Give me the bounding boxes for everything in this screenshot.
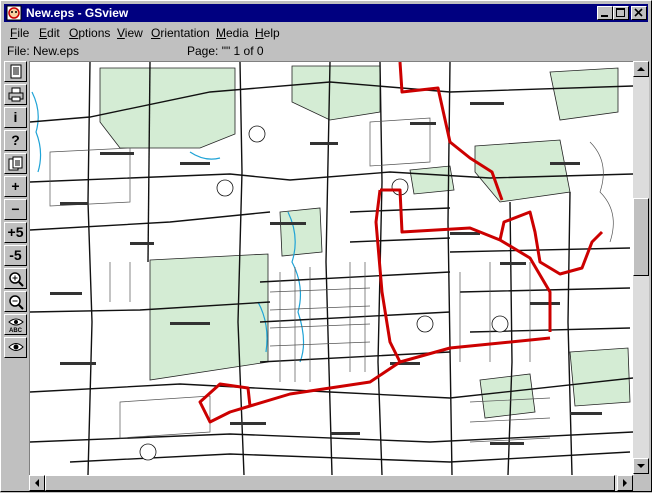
minimize-button[interactable]	[597, 6, 613, 20]
minus5-icon: -5	[9, 247, 22, 263]
horizontal-scrollbar[interactable]	[29, 475, 633, 491]
info-icon: i	[13, 109, 18, 125]
menu-options[interactable]: Options	[69, 26, 110, 40]
document-view[interactable]	[29, 61, 634, 476]
skip-back-button[interactable]: -5	[4, 245, 27, 266]
eye-abc-button[interactable]: ABC	[4, 314, 27, 335]
menu-bar: File Edit Options View Orientation Media…	[4, 24, 648, 43]
vertical-scroll-thumb[interactable]	[633, 198, 649, 276]
eye-abc-icon: ABC	[7, 318, 24, 334]
menu-file[interactable]: File	[10, 26, 29, 40]
print-button[interactable]	[4, 84, 27, 105]
scroll-left-button[interactable]	[29, 475, 45, 491]
street-map-image	[30, 62, 633, 475]
open-file-button[interactable]	[4, 61, 27, 82]
menu-help[interactable]: Help	[255, 26, 280, 40]
close-button[interactable]	[631, 6, 647, 20]
down-arrow-icon	[637, 464, 645, 468]
gsview-window: New.eps - GSview File Edit Options View …	[0, 0, 652, 492]
info-button[interactable]: i	[4, 107, 27, 128]
menu-edit[interactable]: Edit	[39, 26, 60, 40]
menu-view[interactable]: View	[117, 26, 143, 40]
zoom-out-button[interactable]	[4, 291, 27, 312]
document-icon	[10, 64, 21, 79]
right-arrow-icon	[623, 479, 627, 487]
help-button[interactable]: ?	[4, 130, 27, 151]
file-name-text: File: New.eps	[7, 44, 80, 58]
pages-icon	[8, 156, 22, 171]
title-bar[interactable]: New.eps - GSview	[4, 4, 648, 22]
goto-page-button[interactable]	[4, 153, 27, 174]
maximize-icon	[616, 8, 625, 17]
window-title: New.eps - GSview	[26, 6, 129, 20]
page-info-text: Page: "" 1 of 0	[187, 44, 264, 58]
scroll-right-button[interactable]	[617, 475, 633, 491]
printer-icon	[8, 87, 23, 102]
next-page-button[interactable]: +	[4, 176, 27, 197]
magnifier-minus-icon	[8, 295, 24, 310]
plus-icon: +	[11, 178, 20, 194]
status-line: File: New.eps Page: "" 1 of 0	[4, 43, 648, 59]
menu-orientation[interactable]: Orientation	[151, 26, 210, 40]
up-arrow-icon	[637, 67, 645, 71]
horizontal-scroll-thumb[interactable]	[45, 475, 615, 491]
maximize-button[interactable]	[613, 6, 629, 20]
menu-media[interactable]: Media	[216, 26, 249, 40]
prev-page-button[interactable]: −	[4, 199, 27, 220]
minimize-icon	[601, 15, 608, 17]
magnifier-plus-icon	[8, 272, 24, 287]
question-icon: ?	[11, 132, 20, 148]
scroll-down-button[interactable]	[633, 458, 649, 474]
zoom-in-button[interactable]	[4, 268, 27, 289]
scroll-corner	[633, 475, 649, 491]
eye-icon	[7, 343, 24, 351]
eye-button[interactable]	[4, 337, 27, 358]
side-toolbar: i ? + − +5 -5 ABC	[4, 61, 28, 361]
minus-icon: −	[11, 201, 20, 217]
vertical-scrollbar[interactable]	[633, 61, 649, 474]
scroll-up-button[interactable]	[633, 61, 649, 77]
skip-forward-button[interactable]: +5	[4, 222, 27, 243]
svg-text:ABC: ABC	[9, 328, 23, 333]
plus5-icon: +5	[7, 224, 24, 240]
left-arrow-icon	[35, 479, 39, 487]
gsview-app-icon[interactable]	[6, 5, 22, 21]
close-icon	[634, 8, 643, 17]
